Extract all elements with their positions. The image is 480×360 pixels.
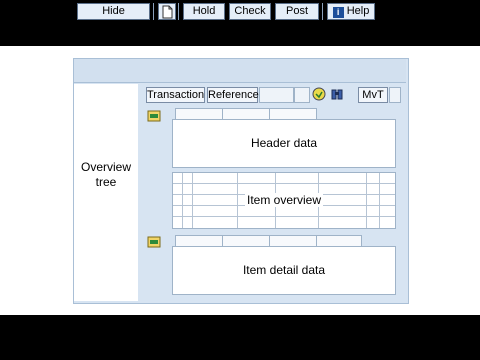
item-detail-panel: Item detail data [172,246,396,295]
transaction-field[interactable]: Transaction [146,87,205,103]
item-overview-label: Item overview [244,193,324,207]
binoculars-icon[interactable] [330,87,344,101]
item-overview-table[interactable]: Item overview [172,172,396,229]
header-data-label: Header data [250,136,318,150]
overview-tree-label-line2: tree [95,175,117,189]
new-document-button[interactable] [158,3,176,20]
application-toolbar [74,59,406,83]
reference-input-extra[interactable] [294,87,310,103]
toolbar-separator [178,3,179,20]
info-icon: i [332,7,344,18]
help-button[interactable]: i Help [327,3,375,20]
movement-type-input[interactable] [389,87,401,103]
hold-button[interactable]: Hold [183,3,225,20]
reference-input[interactable] [259,87,294,103]
help-label: Help [346,5,370,17]
bottom-letterbox [0,315,480,360]
document-icon [162,5,173,19]
folder-icon[interactable] [147,109,161,123]
reference-field[interactable]: Reference [207,87,259,103]
refresh-icon[interactable] [312,87,326,101]
overview-tree-label-line1: Overview [80,160,131,174]
post-button[interactable]: Post [275,3,319,20]
overview-tree-pane[interactable] [74,84,138,301]
hide-overview-button[interactable]: Hide Overview [77,3,150,32]
check-button[interactable]: Check [229,3,271,20]
overview-tree-label: Overview tree [74,160,138,190]
toolbar-separator [322,3,323,20]
header-data-panel: Header data [172,119,396,168]
folder-icon[interactable] [147,235,161,249]
toolbar-separator [153,3,154,20]
movement-type-field[interactable]: MvT [358,87,388,103]
item-detail-label: Item detail data [242,263,326,277]
